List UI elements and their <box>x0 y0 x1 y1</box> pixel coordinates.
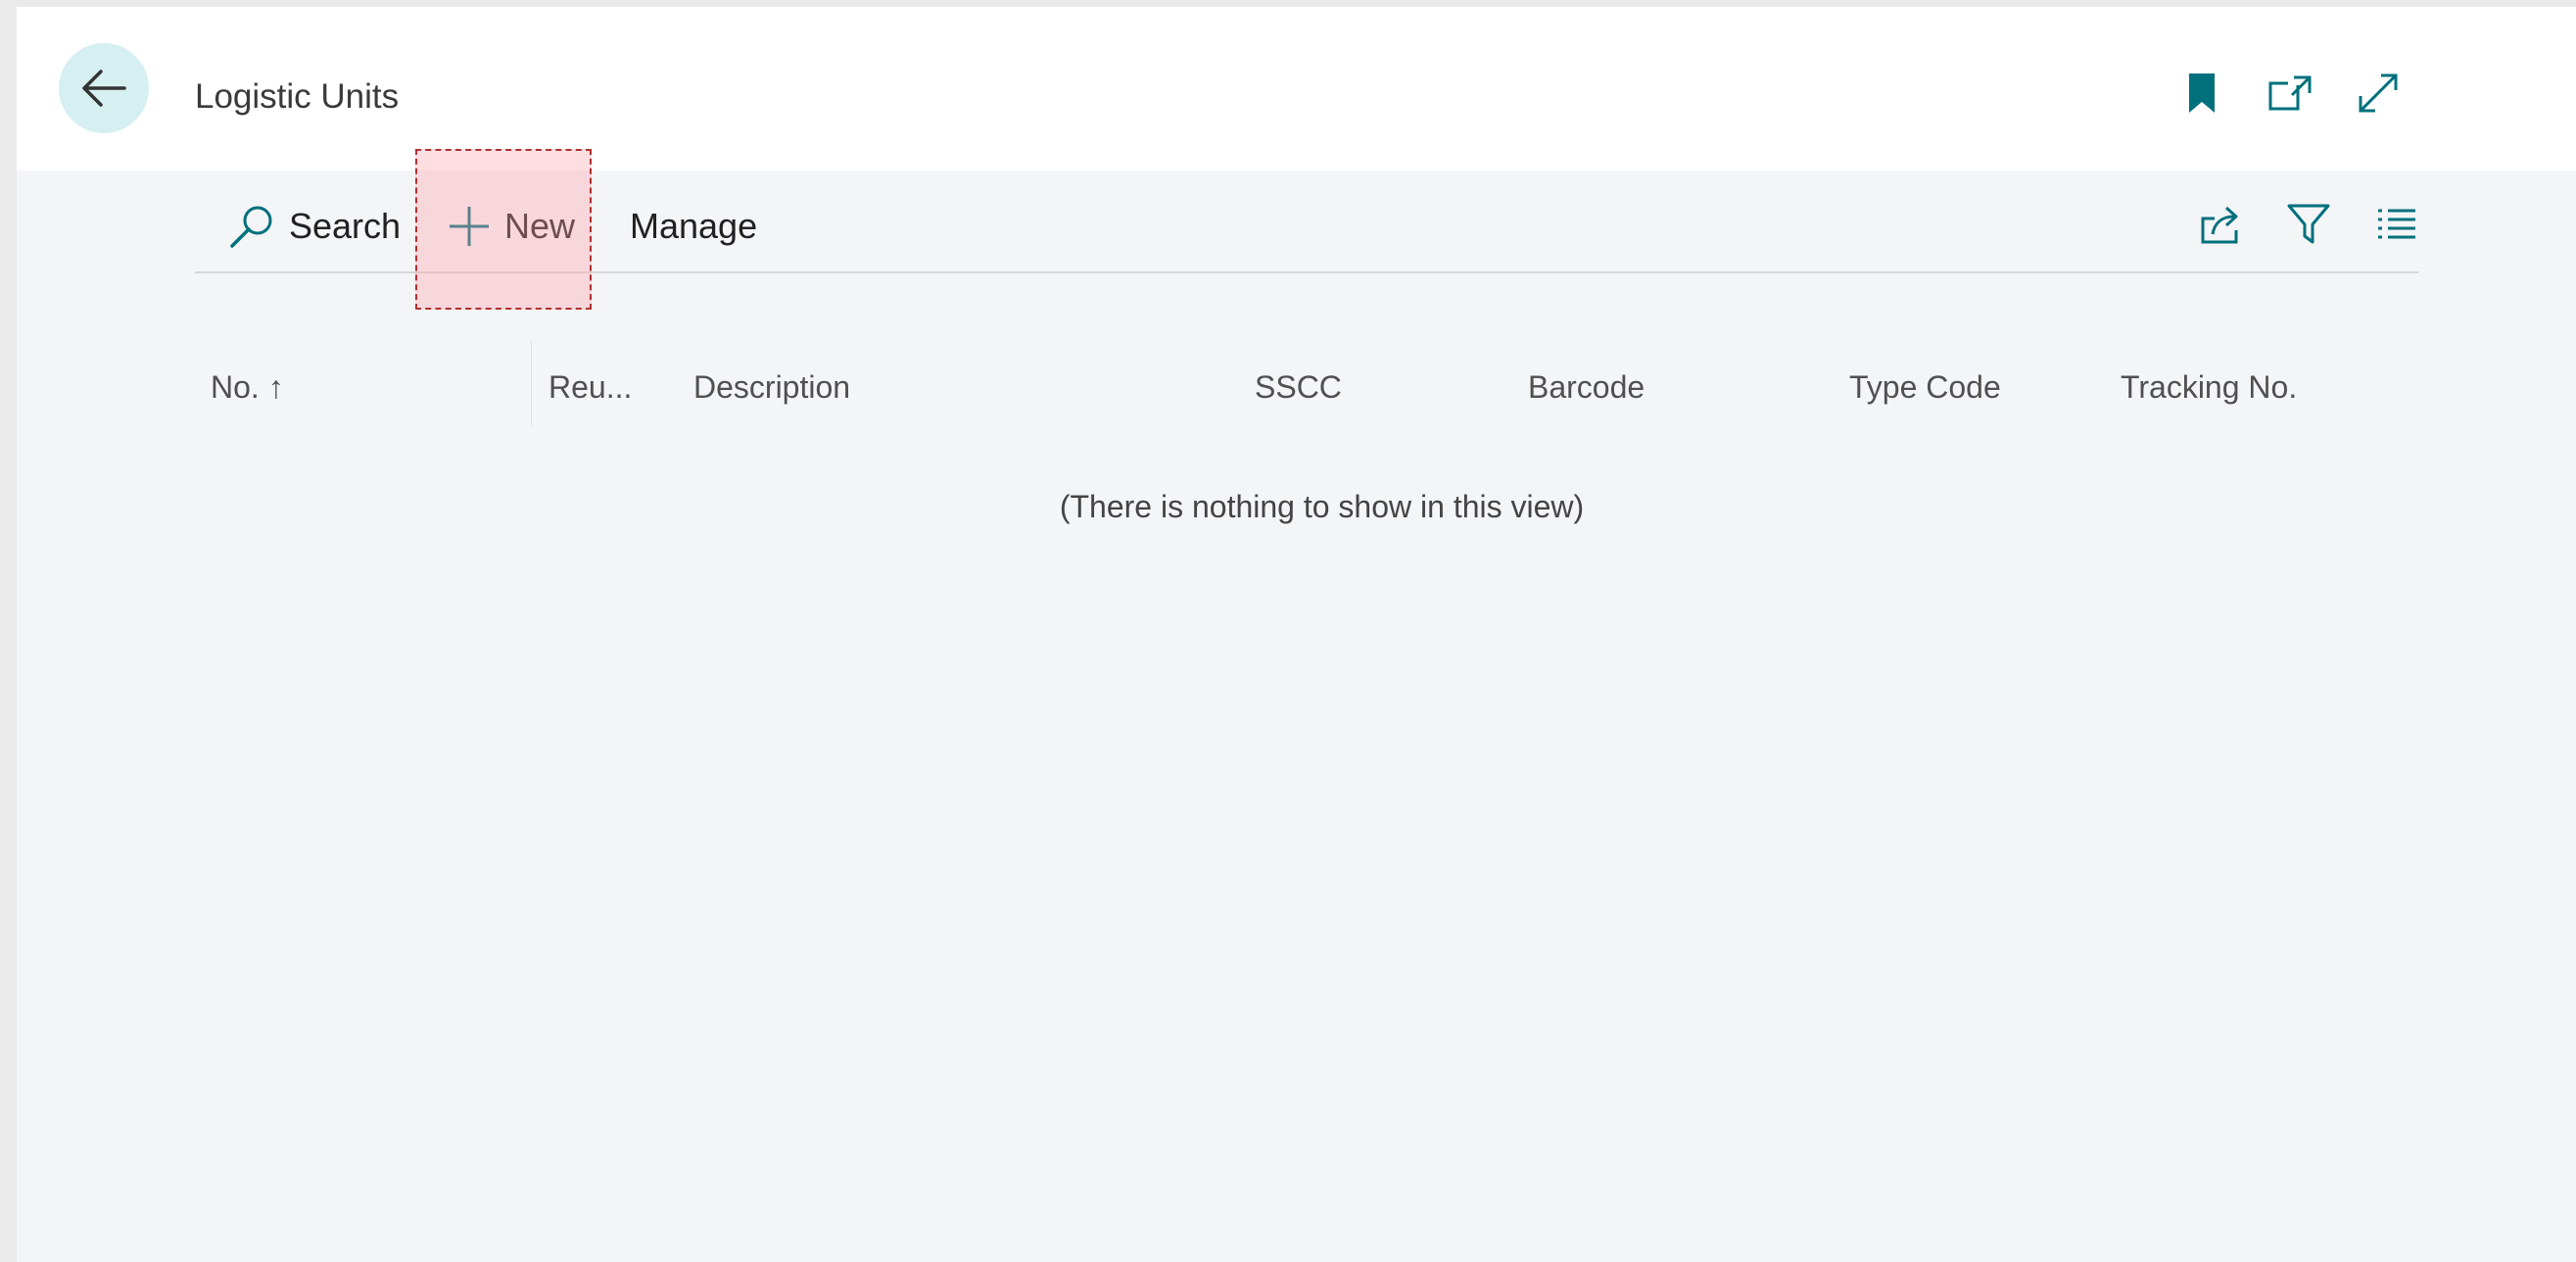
plus-icon <box>448 205 491 248</box>
page-title: Logistic Units <box>195 77 400 116</box>
open-in-new-window-icon <box>2268 75 2312 111</box>
list-header: No. ↑ Reu... Description SSCC Barcode Ty… <box>195 340 2418 428</box>
column-barcode[interactable]: Barcode <box>1528 369 1645 406</box>
filter-icon <box>2287 203 2330 246</box>
expand-button[interactable] <box>2357 72 2400 115</box>
list-view-icon <box>2376 207 2417 242</box>
toolbar-right-actions <box>2199 203 2418 246</box>
column-sscc[interactable]: SSCC <box>1255 369 1342 406</box>
back-button[interactable] <box>59 43 149 133</box>
empty-list-message: (There is nothing to show in this view) <box>1059 489 1585 524</box>
column-type-code[interactable]: Type Code <box>1849 369 2001 406</box>
column-separator <box>531 340 532 426</box>
page-window: Logistic Units Search New Manage No. ↑ R… <box>17 7 2576 1262</box>
list-view-button[interactable] <box>2375 203 2418 246</box>
filter-button[interactable] <box>2287 203 2330 246</box>
open-in-new-window-button[interactable] <box>2268 72 2312 115</box>
bookmark-icon <box>2187 72 2217 115</box>
column-tracking-no[interactable]: Tracking No. <box>2121 369 2297 406</box>
bookmark-button[interactable] <box>2180 72 2223 115</box>
back-arrow-icon <box>81 69 126 108</box>
column-description[interactable]: Description <box>693 369 850 406</box>
search-button[interactable]: Search <box>228 181 401 271</box>
column-reusable[interactable]: Reu... <box>549 369 632 406</box>
new-button[interactable]: New <box>448 181 575 271</box>
page-header: Logistic Units <box>17 7 2576 170</box>
manage-button[interactable]: Manage <box>630 181 757 271</box>
header-actions <box>2180 72 2400 115</box>
manage-label: Manage <box>630 206 758 246</box>
search-icon <box>228 203 275 250</box>
new-label: New <box>504 206 576 246</box>
column-no[interactable]: No. ↑ <box>211 369 284 406</box>
search-label: Search <box>289 206 402 246</box>
share-icon <box>2199 205 2242 244</box>
expand-icon <box>2358 73 2399 114</box>
action-bar: Search New Manage <box>195 181 2418 273</box>
share-button[interactable] <box>2199 203 2242 246</box>
